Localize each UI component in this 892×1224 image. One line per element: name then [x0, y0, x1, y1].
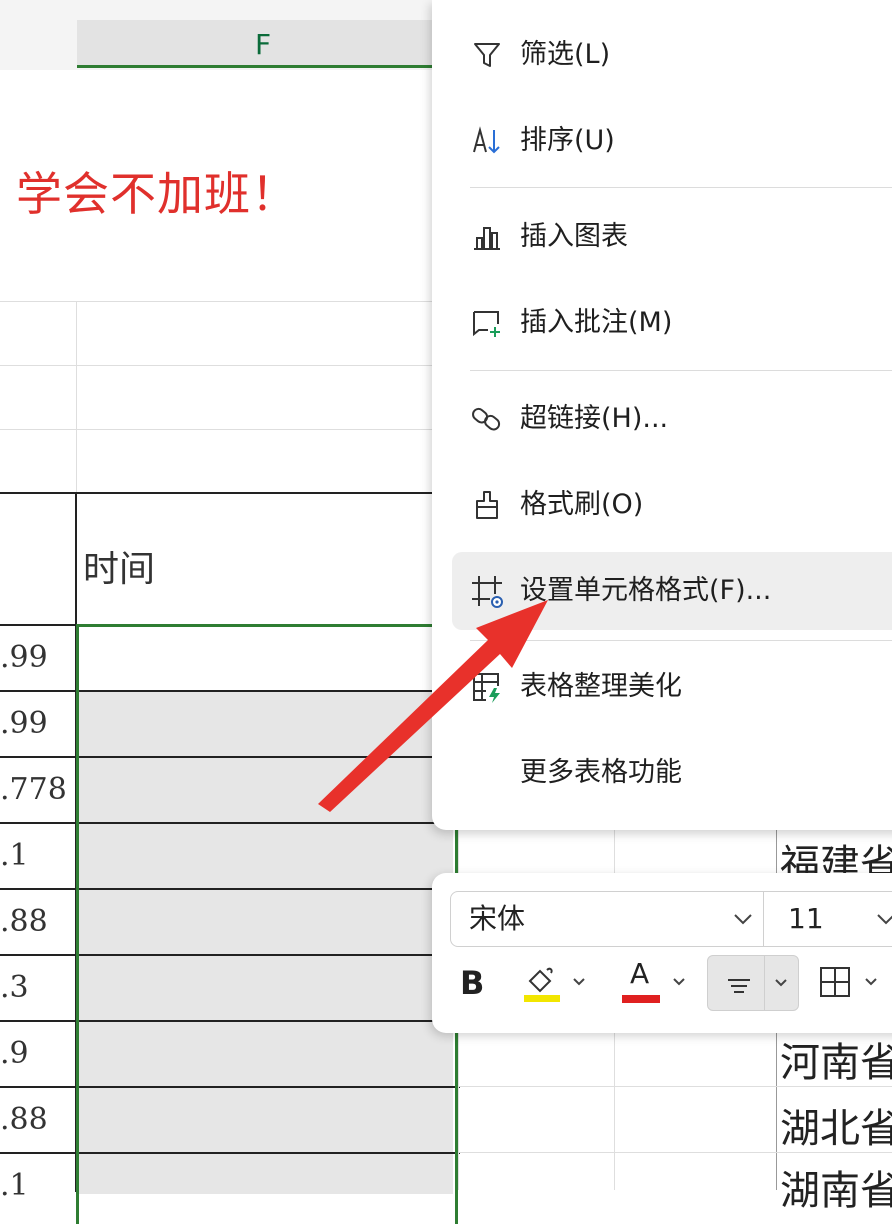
annotation-arrow [318, 600, 548, 812]
